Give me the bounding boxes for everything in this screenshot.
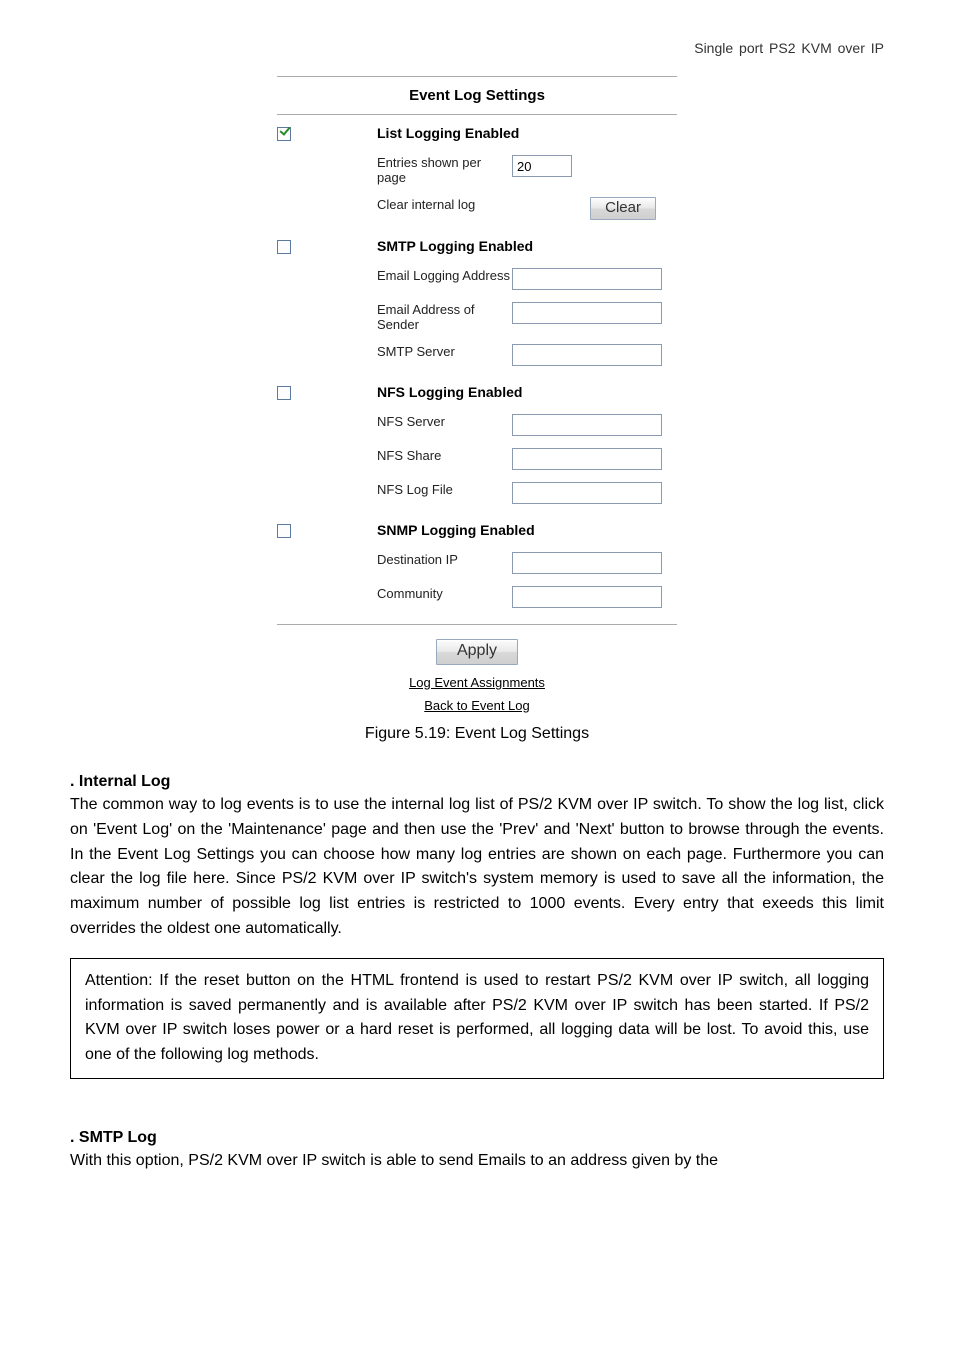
nfs-logging-checkbox[interactable] — [277, 386, 291, 400]
apply-button[interactable]: Apply — [436, 639, 518, 665]
attention-box: Attention: If the reset button on the HT… — [70, 958, 884, 1079]
smtp-logging-head: SMTP Logging Enabled — [377, 238, 677, 262]
list-logging-head: List Logging Enabled — [377, 125, 677, 149]
list-logging-checkbox[interactable] — [277, 127, 291, 141]
divider — [277, 114, 677, 115]
divider — [277, 624, 677, 625]
email-sender-input[interactable] — [512, 302, 662, 324]
nfs-share-input[interactable] — [512, 448, 662, 470]
community-label: Community — [377, 586, 512, 601]
smtp-log-text: With this option, PS/2 KVM over IP switc… — [70, 1149, 884, 1174]
nfs-logfile-label: NFS Log File — [377, 482, 512, 497]
nfs-logging-section: NFS Logging Enabled NFS Server NFS Share… — [277, 378, 677, 516]
email-logging-address-input[interactable] — [512, 268, 662, 290]
destination-ip-label: Destination IP — [377, 552, 512, 567]
smtp-logging-section: SMTP Logging Enabled Email Logging Addre… — [277, 232, 677, 378]
smtp-log-heading: . SMTP Log — [70, 1129, 884, 1147]
smtp-server-input[interactable] — [512, 344, 662, 366]
log-event-assignments-link[interactable]: Log Event Assignments — [409, 675, 545, 690]
smtp-log-section: . SMTP Log With this option, PS/2 KVM ov… — [70, 1129, 884, 1174]
back-to-event-log-link[interactable]: Back to Event Log — [424, 698, 530, 713]
internal-log-heading: . Internal Log — [70, 773, 884, 791]
email-sender-label: Email Address of Sender — [377, 302, 512, 332]
nfs-server-label: NFS Server — [377, 414, 512, 429]
nfs-server-input[interactable] — [512, 414, 662, 436]
panel-title: Event Log Settings — [277, 81, 677, 110]
internal-log-text: The common way to log events is to use t… — [70, 793, 884, 942]
entries-per-page-input[interactable] — [512, 155, 572, 177]
smtp-server-label: SMTP Server — [377, 344, 512, 359]
snmp-logging-head: SNMP Logging Enabled — [377, 522, 677, 546]
entries-per-page-label: Entries shown per page — [377, 155, 512, 185]
page-header: Single port PS2 KVM over IP — [70, 40, 884, 56]
list-logging-section: List Logging Enabled Entries shown per p… — [277, 119, 677, 232]
email-logging-address-label: Email Logging Address — [377, 268, 512, 283]
clear-button[interactable]: Clear — [590, 197, 656, 220]
nfs-logging-head: NFS Logging Enabled — [377, 384, 677, 408]
event-log-settings-panel: Event Log Settings List Logging Enabled … — [277, 76, 677, 717]
community-input[interactable] — [512, 586, 662, 608]
internal-log-section: . Internal Log The common way to log eve… — [70, 773, 884, 942]
snmp-logging-section: SNMP Logging Enabled Destination IP Comm… — [277, 516, 677, 620]
nfs-logfile-input[interactable] — [512, 482, 662, 504]
divider — [277, 76, 677, 77]
smtp-logging-checkbox[interactable] — [277, 240, 291, 254]
figure-caption: Figure 5.19: Event Log Settings — [70, 717, 884, 763]
destination-ip-input[interactable] — [512, 552, 662, 574]
snmp-logging-checkbox[interactable] — [277, 524, 291, 538]
nfs-share-label: NFS Share — [377, 448, 512, 463]
clear-log-label: Clear internal log — [377, 197, 512, 212]
